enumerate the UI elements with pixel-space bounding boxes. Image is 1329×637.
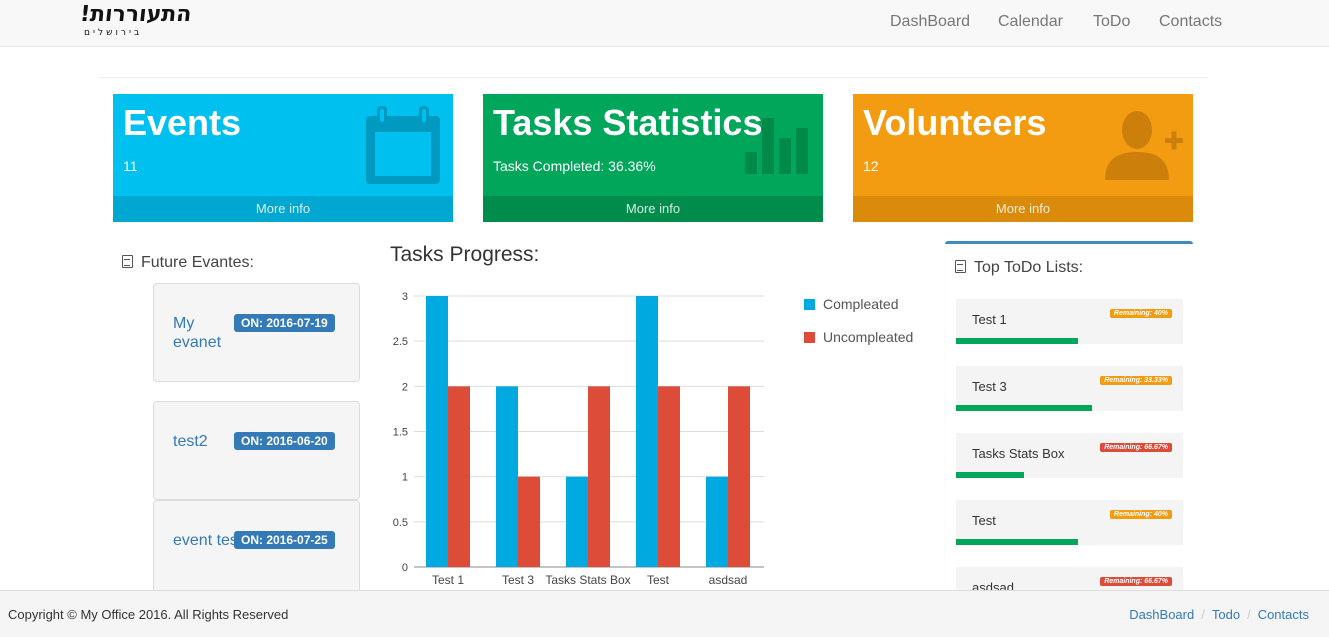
x-tick-label: asdsad bbox=[709, 573, 748, 587]
calendar-icon bbox=[366, 106, 440, 184]
bar-uncompleted[interactable] bbox=[518, 476, 540, 567]
y-tick-label: 1.5 bbox=[393, 427, 408, 439]
bar-completed[interactable] bbox=[566, 476, 588, 567]
x-tick-label: Test 1 bbox=[432, 573, 464, 587]
bar-completed[interactable] bbox=[636, 296, 658, 567]
event-name[interactable]: event test bbox=[173, 531, 243, 550]
footer-link-dashboard[interactable]: DashBoard bbox=[1129, 607, 1194, 622]
volunteers-title: Volunteers bbox=[863, 102, 1047, 143]
todo-progress-bar bbox=[956, 338, 1079, 344]
legend-swatch bbox=[804, 299, 815, 310]
top-todo-panel: Top ToDo Lists: Test 1 Remaining: 40% Test… bbox=[945, 241, 1193, 601]
todo-progress-bar bbox=[956, 539, 1079, 545]
event-name[interactable]: test2 bbox=[173, 432, 243, 451]
event-date-badge: ON: 2016-06-20 bbox=[234, 432, 335, 450]
bar-uncompleted[interactable] bbox=[588, 386, 610, 567]
events-title: Events bbox=[123, 102, 242, 143]
todo-list-name: Test 3 bbox=[972, 379, 1007, 394]
separator: / bbox=[1201, 607, 1205, 622]
todo-list-item[interactable]: Tasks Stats Box Remaining: 66.67% bbox=[956, 433, 1183, 478]
legend-swatch bbox=[804, 332, 815, 343]
bar-uncompleted[interactable] bbox=[448, 386, 470, 567]
future-events-title: Future Evantes: bbox=[141, 254, 254, 271]
remaining-badge: Remaining: 66.67% bbox=[1100, 577, 1172, 586]
volunteers-box: Volunteers 12 More info bbox=[853, 94, 1193, 222]
event-card[interactable]: test2 ON: 2016-06-20 bbox=[153, 401, 360, 500]
footer: Copyright © My Office 2016. All Rights R… bbox=[0, 590, 1329, 637]
brand-logo[interactable]: התעוררות! בירושלים bbox=[78, 2, 200, 44]
tasks-more-info[interactable]: More info bbox=[483, 196, 823, 222]
y-tick-label: 3 bbox=[402, 291, 408, 303]
remaining-badge: Remaining: 66.67% bbox=[1100, 443, 1172, 452]
todo-list-name: Tasks Stats Box bbox=[972, 446, 1065, 461]
todo-title: Top ToDo Lists: bbox=[974, 259, 1084, 276]
x-tick-label: Test bbox=[647, 573, 670, 587]
legend-item[interactable]: Compleated bbox=[804, 296, 899, 312]
todo-list-name: Test 1 bbox=[972, 312, 1007, 327]
y-tick-label: 0 bbox=[402, 562, 408, 574]
event-date-badge: ON: 2016-07-19 bbox=[234, 314, 335, 332]
event-card[interactable]: My evanet ON: 2016-07-19 bbox=[153, 283, 360, 382]
nav-todo[interactable]: ToDo bbox=[1093, 13, 1130, 31]
todo-list-name: Test bbox=[972, 513, 996, 528]
divider bbox=[98, 77, 1208, 78]
nav-calendar[interactable]: Calendar bbox=[998, 13, 1063, 31]
todo-list-item[interactable]: Test 1 Remaining: 40% bbox=[956, 299, 1183, 344]
volunteers-more-info[interactable]: More info bbox=[853, 196, 1193, 222]
y-tick-label: 2.5 bbox=[393, 336, 408, 348]
nav-dashboard[interactable]: DashBoard bbox=[890, 13, 970, 31]
tasks-stats-box: Tasks Statistics Tasks Completed: 36.36%… bbox=[483, 94, 823, 222]
remaining-badge: Remaining: 33.33% bbox=[1100, 376, 1172, 385]
bar-uncompleted[interactable] bbox=[728, 386, 750, 567]
remaining-badge: Remaining: 40% bbox=[1109, 510, 1172, 519]
tasks-progress-chart: 0 0.5 1 1.5 2 2.5 3 Test 1 Test 3 Tasks Stats Box… bbox=[393, 291, 764, 587]
logo-subtext: בירושלים bbox=[84, 28, 143, 38]
legend-item[interactable]: Uncompleated bbox=[804, 329, 913, 345]
footer-link-todo[interactable]: Todo bbox=[1212, 607, 1240, 622]
bar-uncompleted[interactable] bbox=[658, 386, 680, 567]
copyright-text: Copyright © My Office 2016. All Rights R… bbox=[8, 607, 289, 622]
tasks-completed: Tasks Completed: 36.36% bbox=[493, 158, 656, 174]
x-tick-label: Tasks Stats Box bbox=[545, 573, 630, 587]
y-tick-label: 1 bbox=[402, 472, 408, 484]
bar-completed[interactable] bbox=[496, 386, 518, 567]
bar-completed[interactable] bbox=[426, 296, 448, 567]
events-more-info[interactable]: More info bbox=[113, 196, 453, 222]
footer-breadcrumb: DashBoard / Todo / Contacts bbox=[1129, 607, 1309, 622]
bar-completed[interactable] bbox=[706, 476, 728, 567]
user-add-icon bbox=[1105, 111, 1183, 180]
event-name[interactable]: My evanet bbox=[173, 314, 243, 352]
tasks-title: Tasks Statistics bbox=[493, 102, 763, 143]
future-events-heading: Future Evantes: bbox=[122, 254, 254, 272]
event-date-badge: ON: 2016-07-25 bbox=[234, 531, 335, 549]
remaining-badge: Remaining: 40% bbox=[1109, 309, 1172, 318]
top-navbar: התעוררות! בירושלים DashBoard Calendar To… bbox=[0, 0, 1329, 47]
clipboard-icon bbox=[122, 255, 133, 268]
todo-list-item[interactable]: Test 3 Remaining: 33.33% bbox=[956, 366, 1183, 411]
todo-list-item[interactable]: Test Remaining: 40% bbox=[956, 500, 1183, 545]
event-card[interactable]: event test ON: 2016-07-25 bbox=[153, 500, 360, 599]
todo-heading: Top ToDo Lists: bbox=[955, 259, 1083, 277]
events-box: Events 11 More info bbox=[113, 94, 453, 222]
y-tick-label: 2 bbox=[402, 381, 408, 393]
legend-label: Uncompleated bbox=[823, 329, 914, 345]
bar-chart-icon bbox=[745, 118, 808, 174]
todo-progress-bar bbox=[956, 472, 1024, 478]
x-tick-label: Test 3 bbox=[502, 573, 534, 587]
legend-label: Compleated bbox=[823, 296, 899, 312]
footer-link-contacts[interactable]: Contacts bbox=[1258, 607, 1309, 622]
todo-progress-bar bbox=[956, 405, 1092, 411]
logo-text: התעוררות! bbox=[78, 2, 193, 27]
clipboard-icon bbox=[955, 260, 966, 273]
separator: / bbox=[1247, 607, 1251, 622]
y-tick-label: 0.5 bbox=[393, 517, 408, 529]
chart-title: Tasks Progress: bbox=[390, 243, 540, 266]
volunteers-count: 12 bbox=[863, 158, 879, 174]
events-count: 11 bbox=[123, 158, 138, 174]
nav-contacts[interactable]: Contacts bbox=[1159, 13, 1222, 31]
